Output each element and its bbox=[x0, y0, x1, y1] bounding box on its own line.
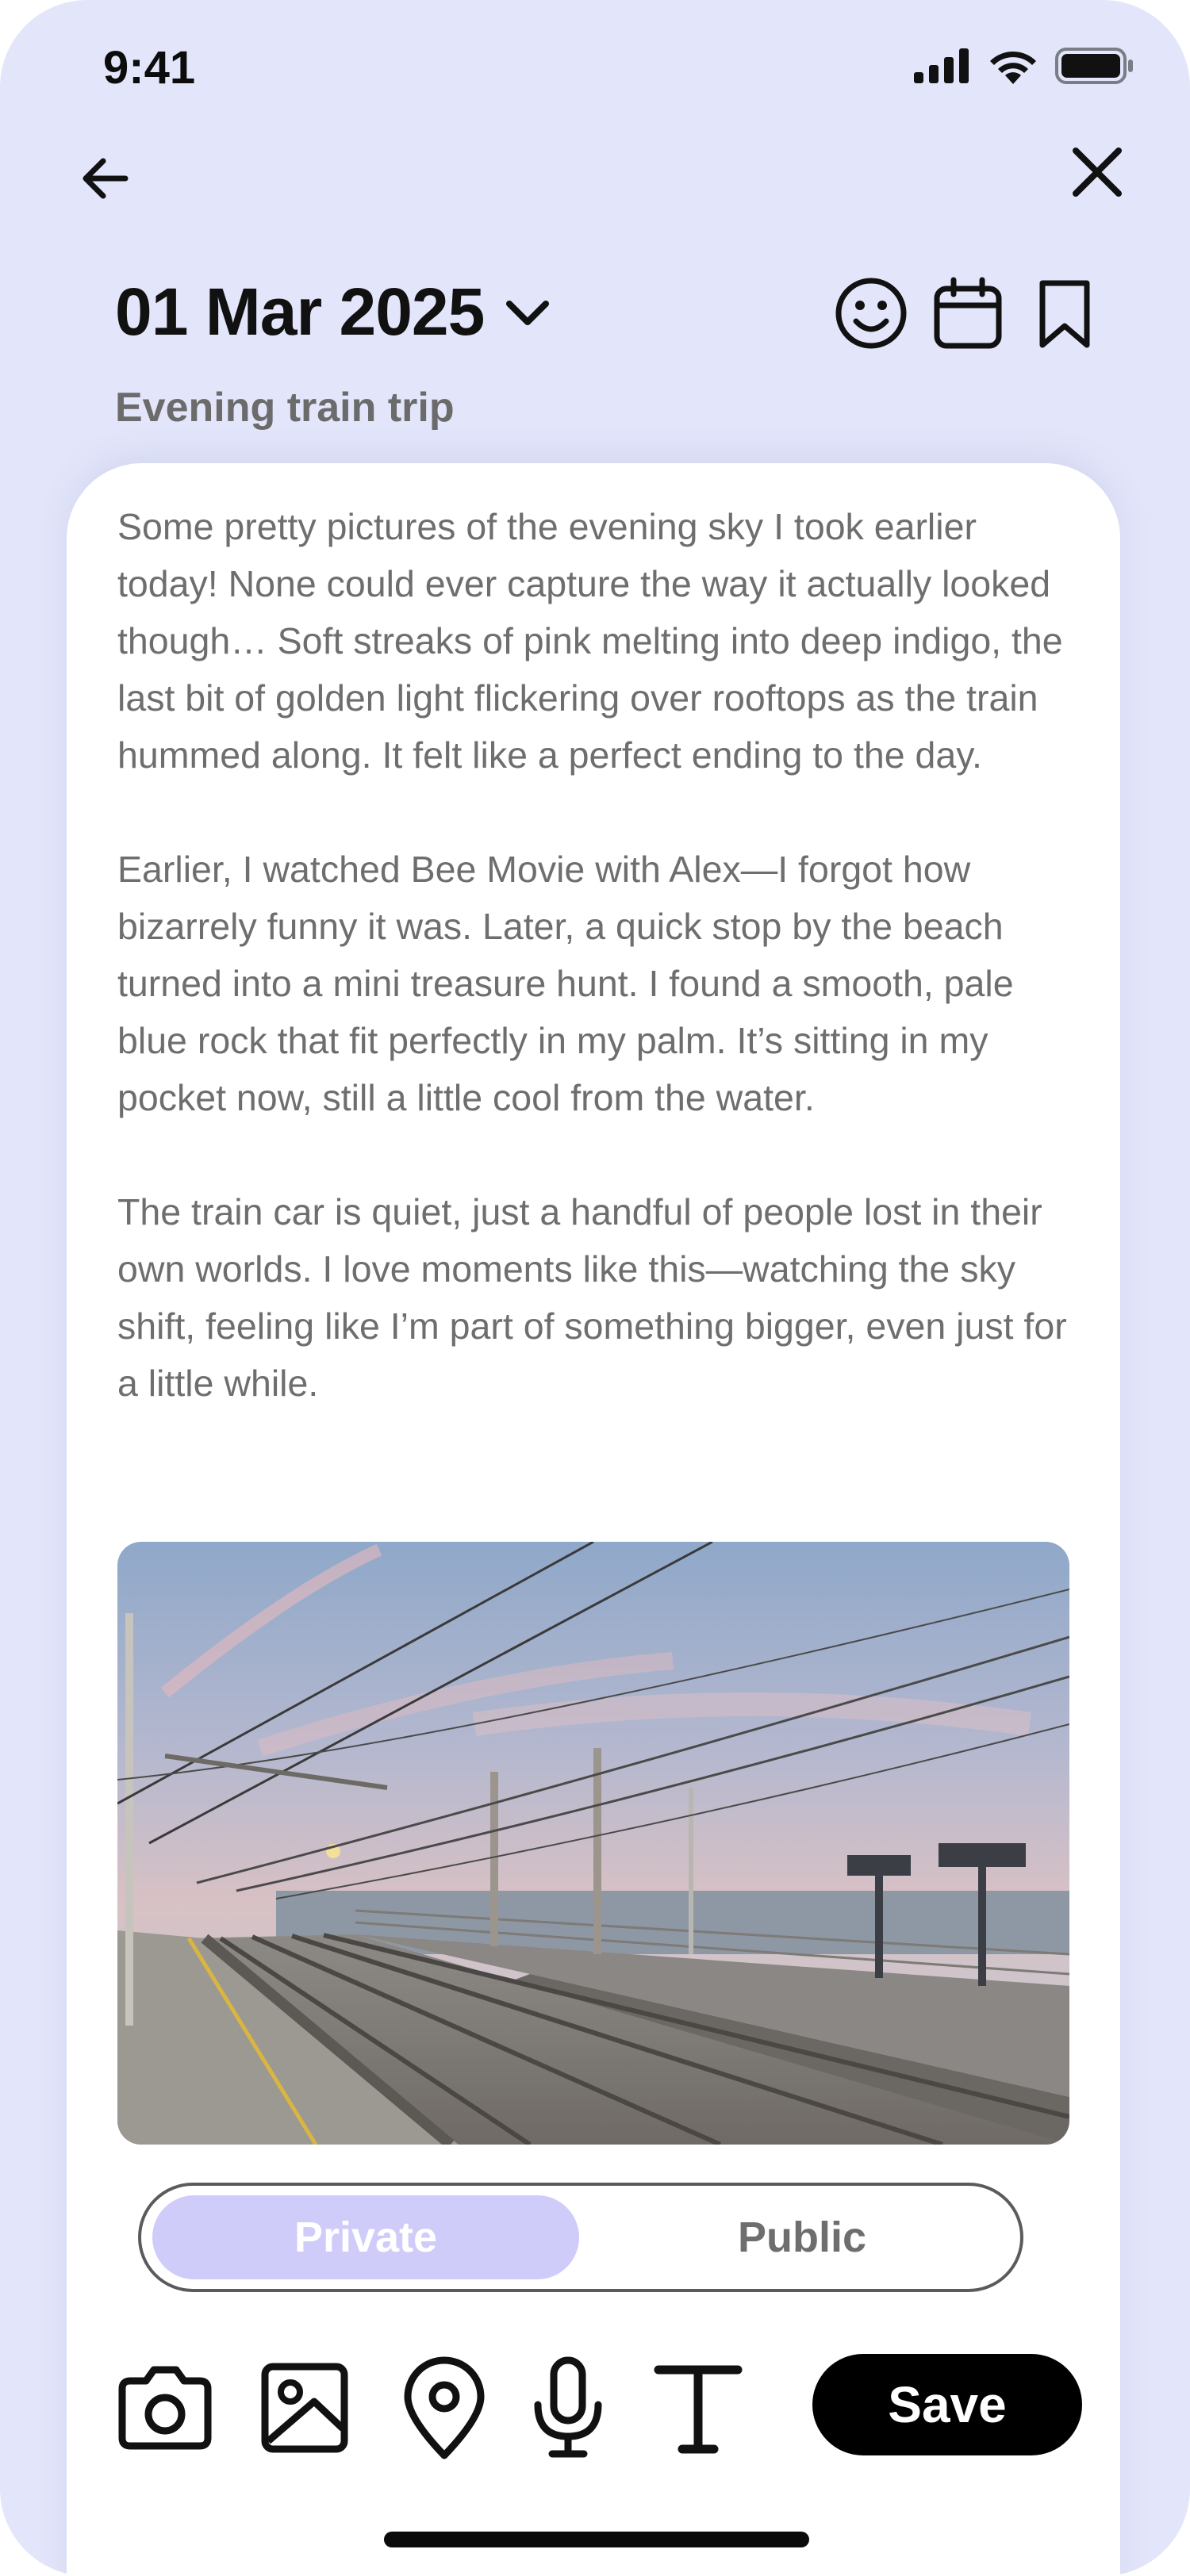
arrow-left-icon bbox=[83, 158, 129, 199]
date-selector[interactable]: 01 Mar 2025 bbox=[115, 274, 555, 351]
private-option[interactable]: Private bbox=[152, 2195, 579, 2279]
entry-actions bbox=[831, 274, 1104, 353]
location-pin-icon[interactable] bbox=[389, 2352, 500, 2463]
text-icon[interactable] bbox=[643, 2352, 754, 2463]
visibility-toggle: Private Public bbox=[138, 2183, 1023, 2292]
cellular-signal-icon bbox=[914, 48, 969, 83]
bookmark-icon[interactable] bbox=[1025, 274, 1104, 353]
entry-paragraph: Earlier, I watched Bee Movie with Alex—I… bbox=[117, 849, 1014, 1118]
wifi-icon bbox=[990, 51, 1036, 84]
save-button[interactable]: Save bbox=[812, 2354, 1082, 2455]
back-button[interactable] bbox=[73, 147, 136, 210]
home-indicator bbox=[384, 2532, 809, 2547]
phone-screen: 9:41 01 Mar 2025 Evening train trip Some… bbox=[0, 0, 1190, 2576]
public-option[interactable]: Public bbox=[589, 2195, 1015, 2279]
image-icon[interactable] bbox=[249, 2352, 360, 2463]
calendar-icon[interactable] bbox=[928, 274, 1008, 353]
close-icon bbox=[1073, 148, 1122, 197]
status-icons bbox=[914, 48, 1134, 84]
close-button[interactable] bbox=[1061, 136, 1133, 208]
entry-photo[interactable] bbox=[117, 1542, 1069, 2145]
chevron-down-icon bbox=[506, 300, 550, 325]
entry-title: Evening train trip bbox=[115, 385, 455, 431]
camera-icon[interactable] bbox=[109, 2352, 221, 2463]
battery-icon bbox=[1055, 48, 1133, 84]
entry-body[interactable]: Some pretty pictures of the evening sky … bbox=[117, 498, 1085, 1469]
entry-paragraph: The train car is quiet, just a handful o… bbox=[117, 1191, 1067, 1404]
microphone-icon[interactable] bbox=[512, 2352, 624, 2463]
train-platform-photo bbox=[117, 1542, 1069, 2145]
status-time: 9:41 bbox=[103, 42, 196, 94]
entry-paragraph: Some pretty pictures of the evening sky … bbox=[117, 506, 1063, 776]
smiley-icon[interactable] bbox=[831, 274, 911, 353]
entry-date: 01 Mar 2025 bbox=[115, 274, 485, 349]
